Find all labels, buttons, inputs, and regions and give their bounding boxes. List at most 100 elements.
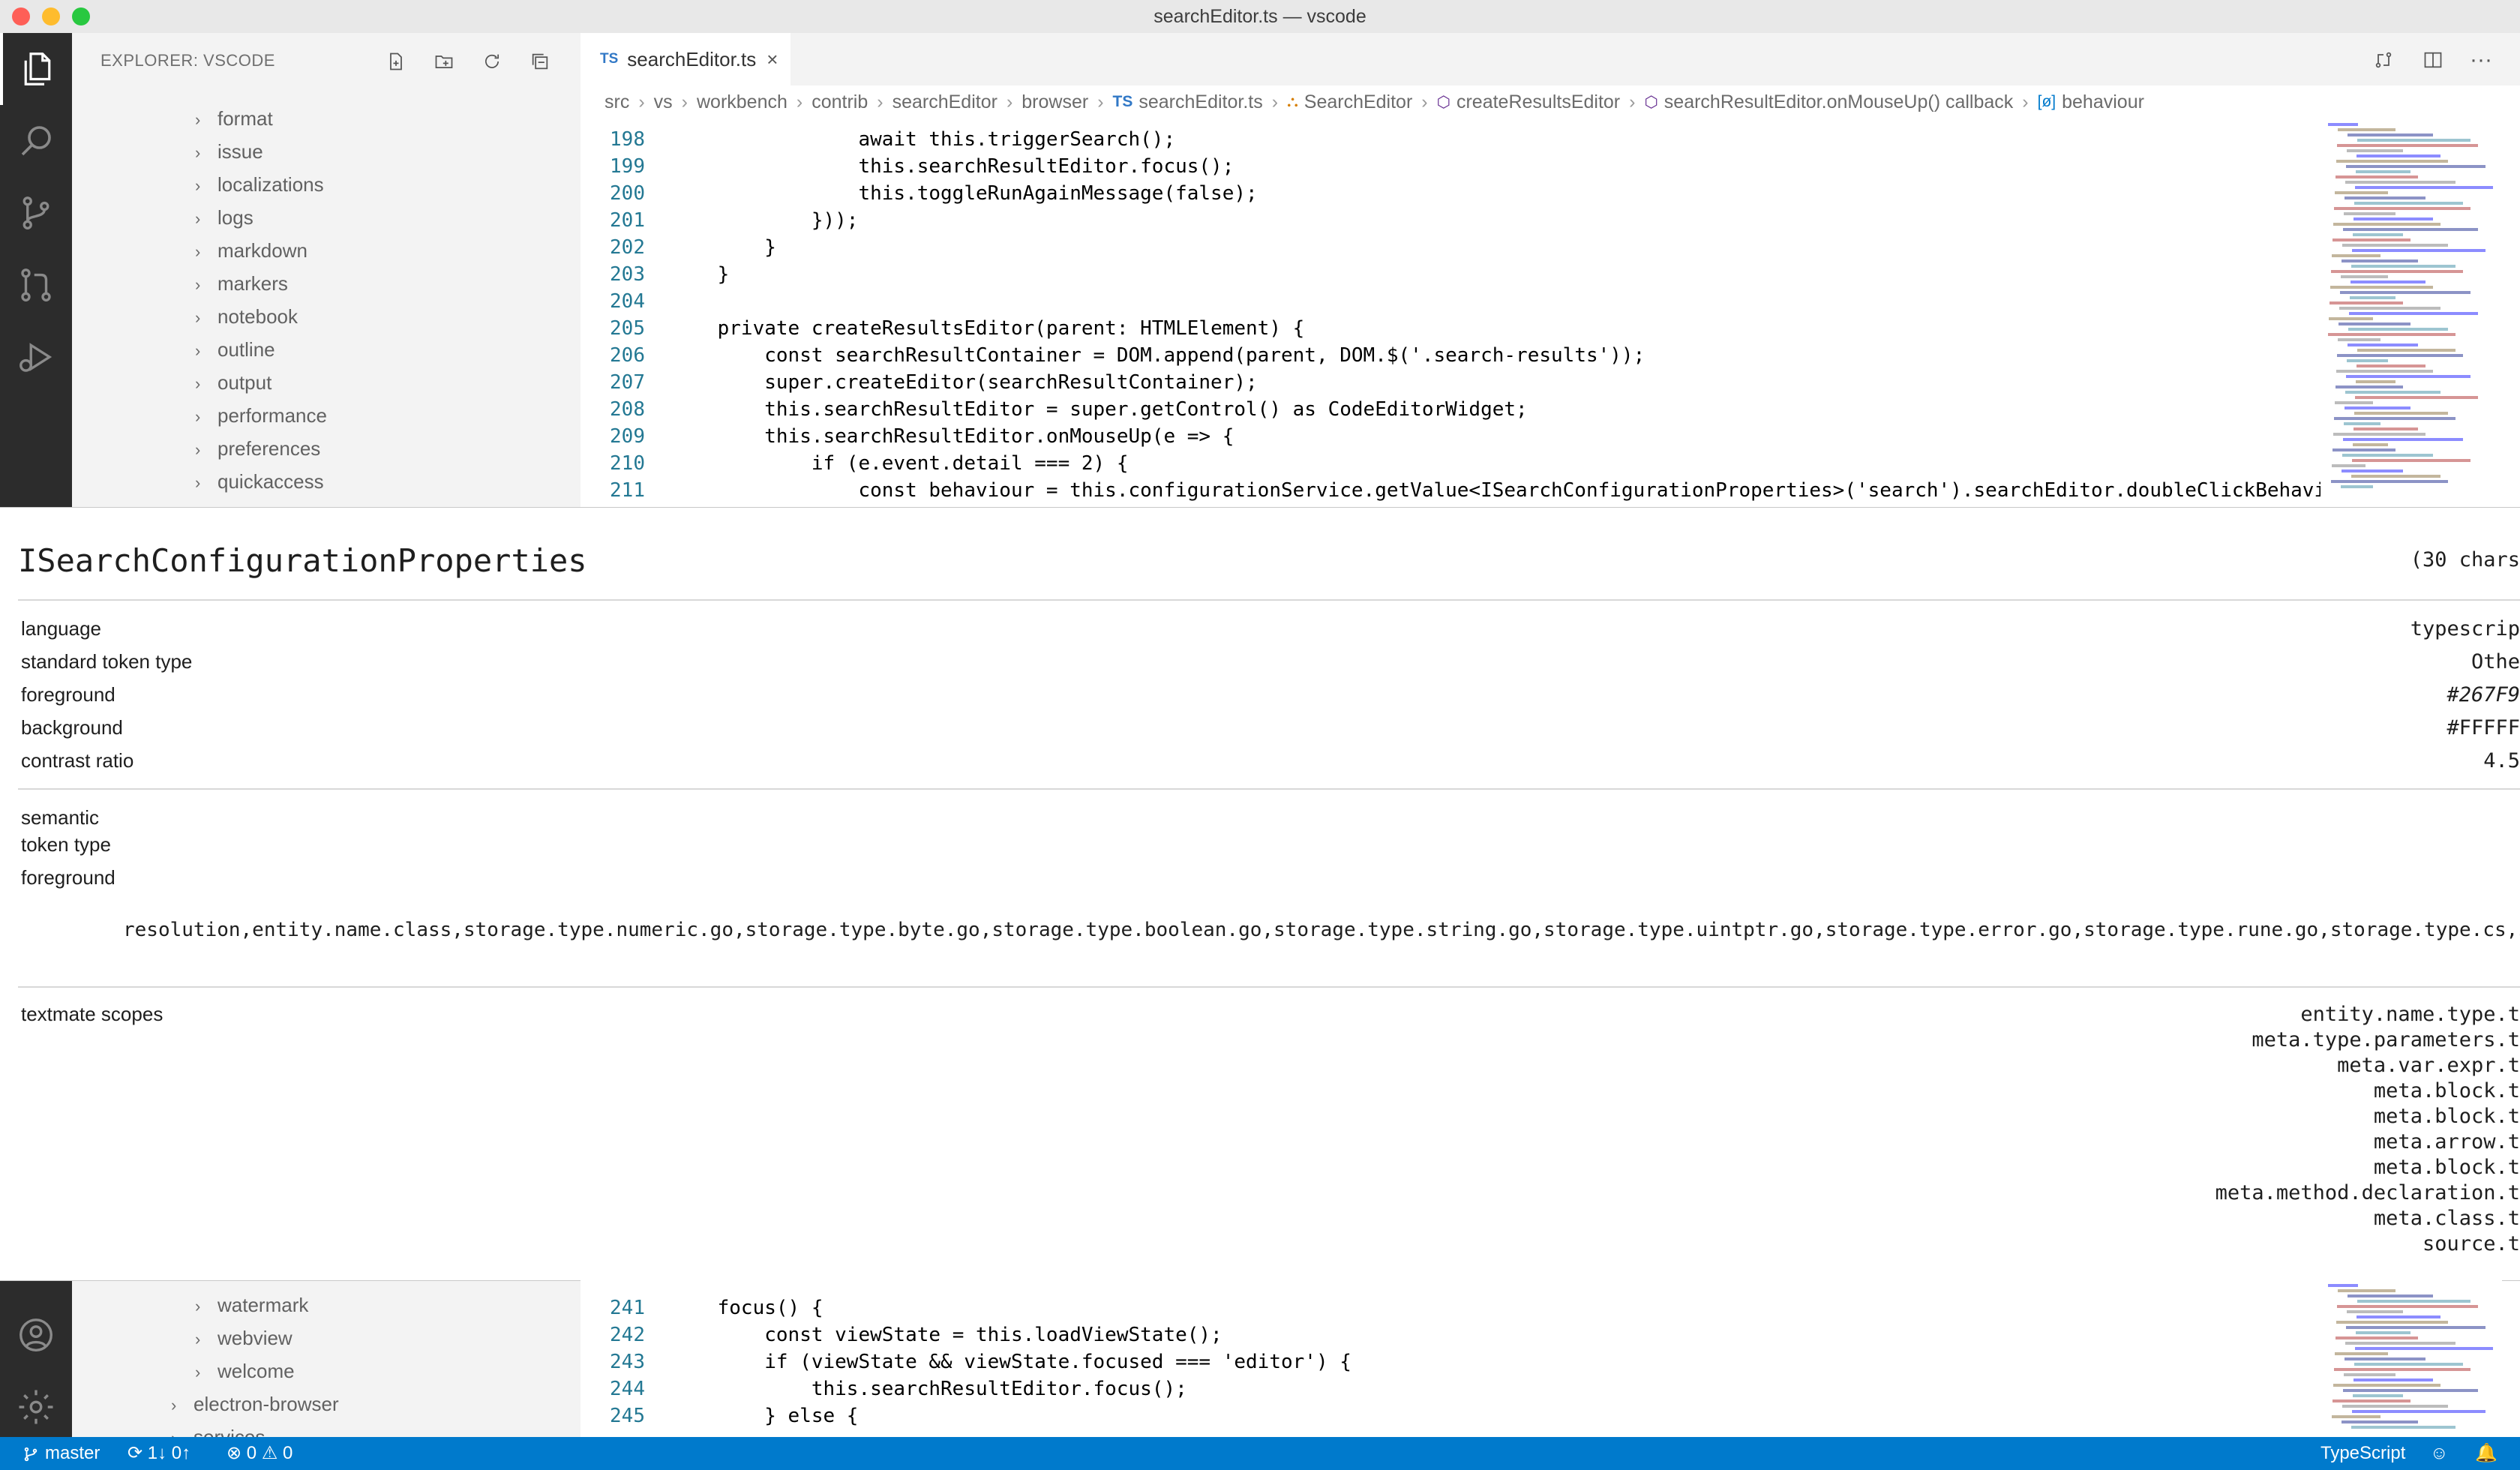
feedback-icon[interactable]: ☺ (2430, 1437, 2449, 1470)
code-text: if (e.event.detail === 2) { (670, 452, 1129, 475)
tab-searcheditor[interactable]: TS searchEditor.ts × (580, 33, 790, 86)
explorer-icon[interactable] (0, 33, 72, 105)
standard-token-type-label: standard token type (21, 650, 193, 673)
editor-tabs: TS searchEditor.ts × ··· (580, 33, 2520, 86)
minimap-lower[interactable] (2320, 1280, 2502, 1437)
notifications-bell-icon[interactable]: 🔔 (2475, 1437, 2498, 1470)
tree-folder-item[interactable]: › output (195, 366, 272, 399)
scopes-rule: resolution,entity.name.class,storage.typ… (123, 919, 2520, 941)
tree-folder-label: performance (218, 404, 327, 427)
language-mode[interactable]: TypeScript (2320, 1437, 2405, 1470)
problems-indicator[interactable]: ⊗ 0 ⚠ 0 (226, 1437, 292, 1470)
tree-folder-item[interactable]: › webview (195, 1322, 292, 1354)
tree-folder-item[interactable]: › outline (195, 333, 275, 366)
breadcrumb-item[interactable]: › ⛬ SearchEditor (1263, 92, 1413, 113)
run-debug-icon[interactable] (0, 321, 72, 393)
code-text: const viewState = this.loadViewState(); (670, 1324, 1222, 1346)
collapse-all-icon[interactable] (525, 46, 555, 76)
minimap-line (2335, 191, 2388, 194)
sync-indicator[interactable]: ⟳ 1↓ 0↑ (128, 1437, 190, 1470)
tree-folder-item[interactable]: › watermark (195, 1288, 308, 1322)
breadcrumb-item[interactable]: › browser (998, 92, 1088, 113)
textmate-scope: meta.var.expr.t (2337, 1054, 2520, 1077)
minimap-line (2350, 280, 2426, 284)
minimap-line (2355, 396, 2478, 399)
tree-folder-item[interactable]: › preferences (195, 432, 320, 465)
textmate-scope: meta.block.t (2373, 1156, 2520, 1179)
breadcrumb-item[interactable]: › ⬡ createResultsEditor (1412, 92, 1620, 113)
minimap-line (2342, 454, 2433, 457)
tree-folder-item[interactable]: › quickaccess (195, 465, 324, 498)
tree-folder-item[interactable]: › performance (195, 399, 327, 432)
tree-folder-item[interactable]: › localizations (195, 168, 324, 201)
accounts-icon[interactable] (0, 1299, 72, 1371)
minimap-line (2328, 1284, 2358, 1287)
tree-folder-item[interactable]: › logs (195, 201, 254, 234)
chevron-right-icon: › (195, 176, 201, 195)
refresh-icon[interactable] (477, 46, 507, 76)
tree-folder-item[interactable]: › format (195, 102, 273, 135)
line-number: 211 (610, 479, 645, 502)
breadcrumb-item[interactable]: › [ø] behaviour (2013, 92, 2144, 113)
tree-folder-label: markers (218, 272, 288, 295)
tree-folder-label: issue (218, 140, 263, 163)
tree-folder-item[interactable]: › welcome (195, 1354, 295, 1388)
minimap-line (2340, 291, 2470, 294)
chevron-right-icon: › (195, 374, 201, 393)
code-line: 207 super.createEditor(searchResultConta… (580, 369, 2320, 396)
code-text: const behaviour = this.configurationServ… (670, 479, 2320, 502)
chevron-right-icon: › (877, 91, 884, 112)
breadcrumb-item[interactable]: › searchEditor (868, 92, 998, 113)
code-line: 241 focus() { (580, 1294, 2320, 1322)
code-editor[interactable]: 198 await this.triggerSearch(); 199 this.… (580, 118, 2320, 507)
minimap-line (2330, 302, 2403, 304)
breadcrumb-item[interactable]: › workbench (673, 92, 788, 113)
minimap-line (2339, 307, 2440, 310)
breadcrumb-item[interactable]: › contrib (788, 92, 868, 113)
minimap-line (2332, 464, 2366, 467)
minimap-line (2347, 1310, 2403, 1313)
tree-folder-label: localizations (218, 173, 324, 196)
new-folder-icon[interactable] (429, 46, 459, 76)
minimap[interactable] (2320, 118, 2502, 507)
tree-folder-item[interactable]: › electron-browser (171, 1388, 339, 1420)
breadcrumb-item[interactable]: › ⬡ searchResultEditor.onMouseUp() callbac… (1620, 92, 2013, 113)
contrast-ratio-value: 4.5 (2483, 749, 2520, 772)
explorer-header: EXPLORER: VSCODE (100, 51, 275, 70)
more-actions-icon[interactable]: ··· (2466, 45, 2496, 75)
line-number: 206 (610, 344, 645, 367)
typescript-file-icon: TS (1112, 93, 1133, 110)
token-title: ISearchConfigurationProperties (18, 542, 587, 579)
close-icon[interactable]: × (766, 48, 778, 71)
minimap-line (2344, 406, 2410, 410)
minimap-line (2332, 238, 2410, 242)
breadcrumb-item[interactable]: › vs (629, 92, 672, 113)
contrast-ratio-label: contrast ratio (21, 749, 134, 772)
minimap-line (2344, 422, 2380, 425)
textmate-scope: meta.type.parameters.t (2252, 1028, 2520, 1052)
tree-folder-item[interactable]: › markers (195, 267, 288, 300)
minimap-line (2344, 196, 2426, 200)
open-changes-icon[interactable] (2368, 45, 2398, 75)
split-editor-icon[interactable] (2418, 45, 2448, 75)
source-control-icon[interactable] (0, 177, 72, 249)
tree-folder-item[interactable]: › issue (195, 135, 263, 168)
minimap-line (2344, 1373, 2396, 1376)
minimap-line (2330, 286, 2433, 289)
breadcrumb-label: contrib (812, 91, 868, 112)
semantic-foreground-label: foreground (21, 866, 116, 889)
new-file-icon[interactable] (381, 46, 411, 76)
pull-requests-icon[interactable] (0, 249, 72, 321)
minimap-line (2334, 417, 2456, 420)
chevron-right-icon: › (195, 209, 201, 228)
branch-indicator[interactable]: master (22, 1437, 100, 1470)
breadcrumb-item[interactable]: src (604, 92, 629, 113)
tree-folder-item[interactable]: › markdown (195, 234, 308, 267)
code-editor-lower[interactable]: 241 focus() {242 const viewState = this.… (580, 1280, 2320, 1437)
search-icon[interactable] (0, 105, 72, 177)
breadcrumb-item[interactable]: › TS searchEditor.ts (1088, 92, 1263, 113)
manage-gear-icon[interactable] (0, 1371, 72, 1443)
minimap-line (2354, 1378, 2433, 1382)
tree-folder-item[interactable]: › notebook (195, 300, 298, 333)
minimap-line (2332, 1415, 2380, 1418)
